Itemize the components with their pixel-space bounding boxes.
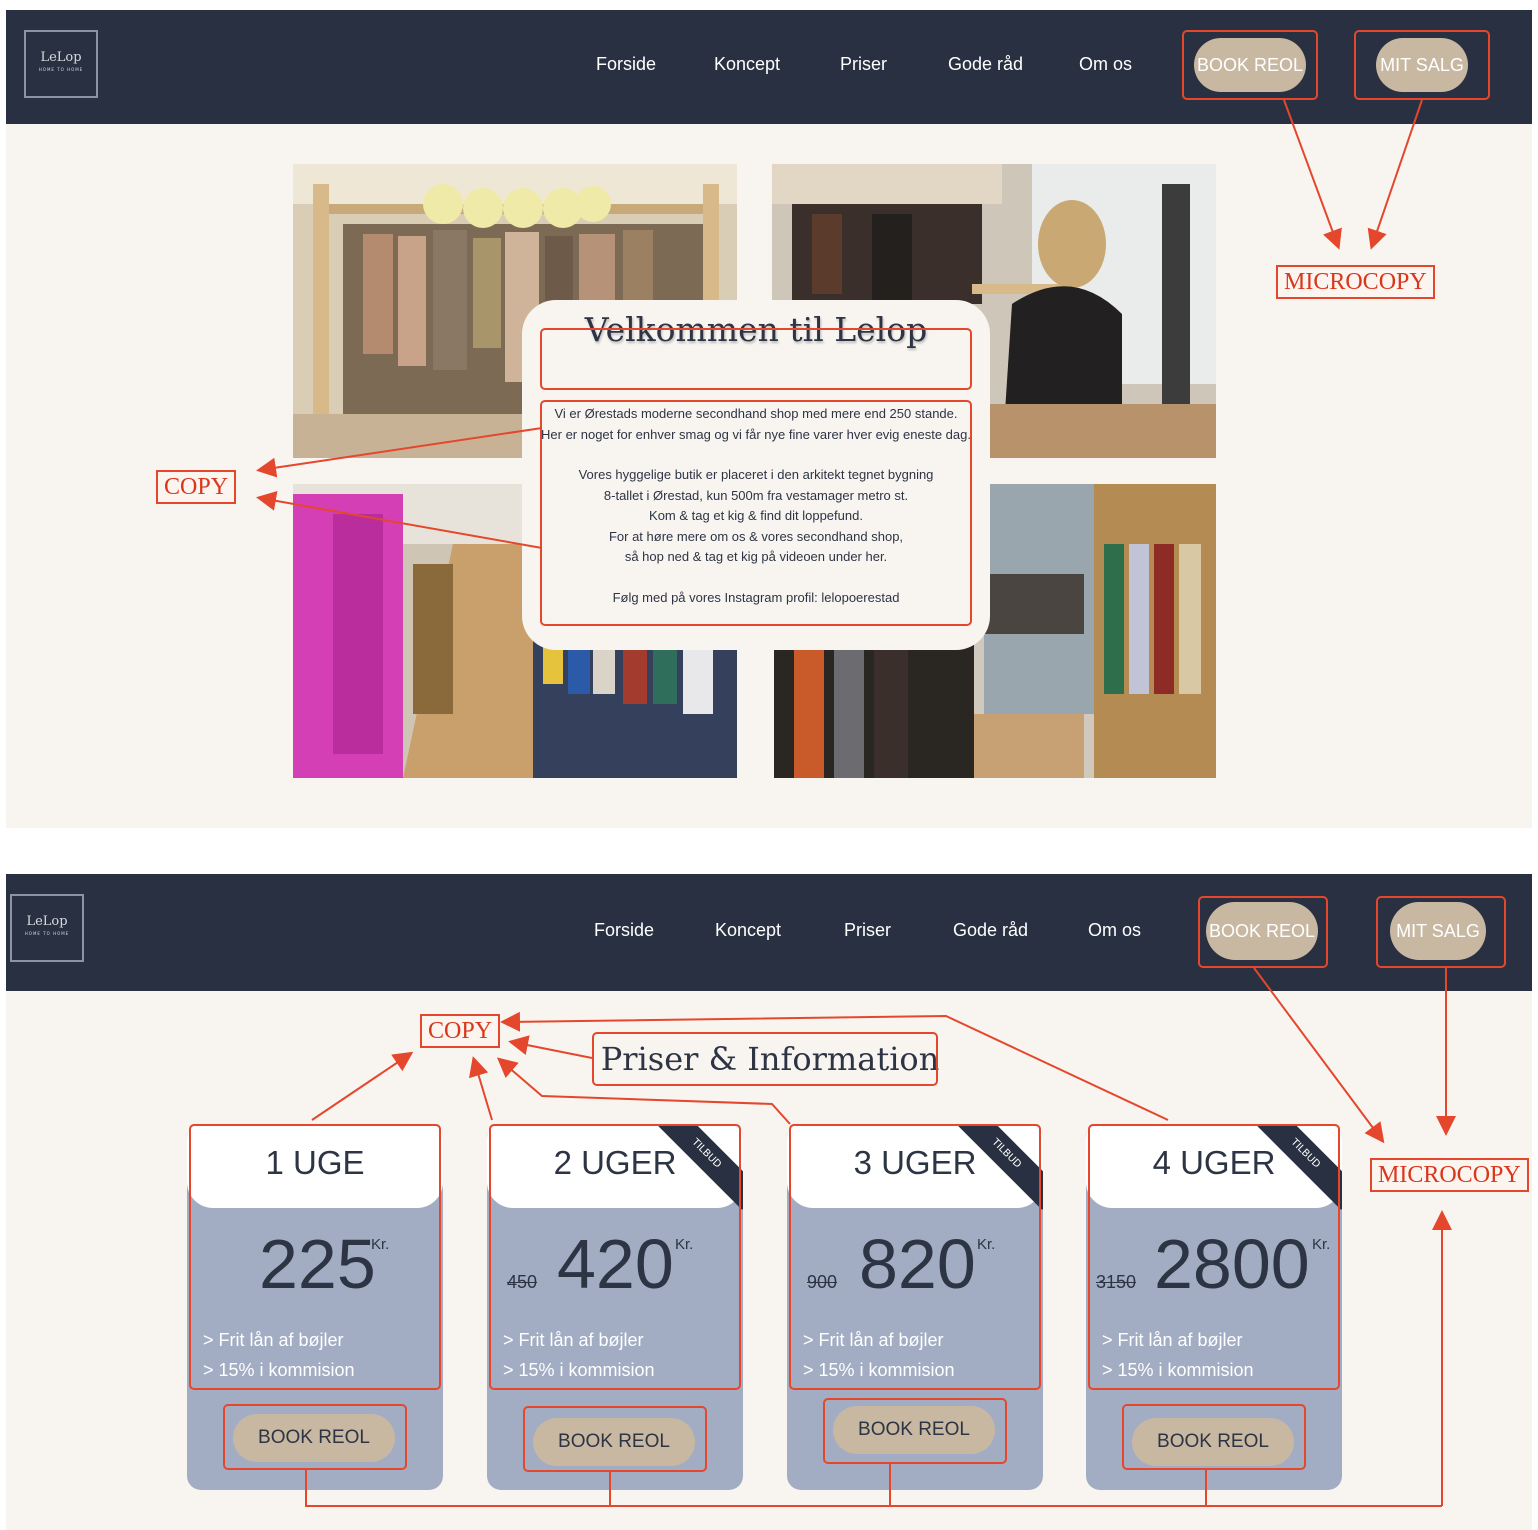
- annotation-arrows: [305, 967, 1456, 1507]
- annotation-arrows: [256, 99, 1423, 549]
- homepage-screenshot: LeLop HOME TO HOME Forside Koncept Prise…: [6, 10, 1532, 828]
- pricing-screenshot: LeLop HOME TO HOME Forside Koncept Prise…: [6, 874, 1532, 1530]
